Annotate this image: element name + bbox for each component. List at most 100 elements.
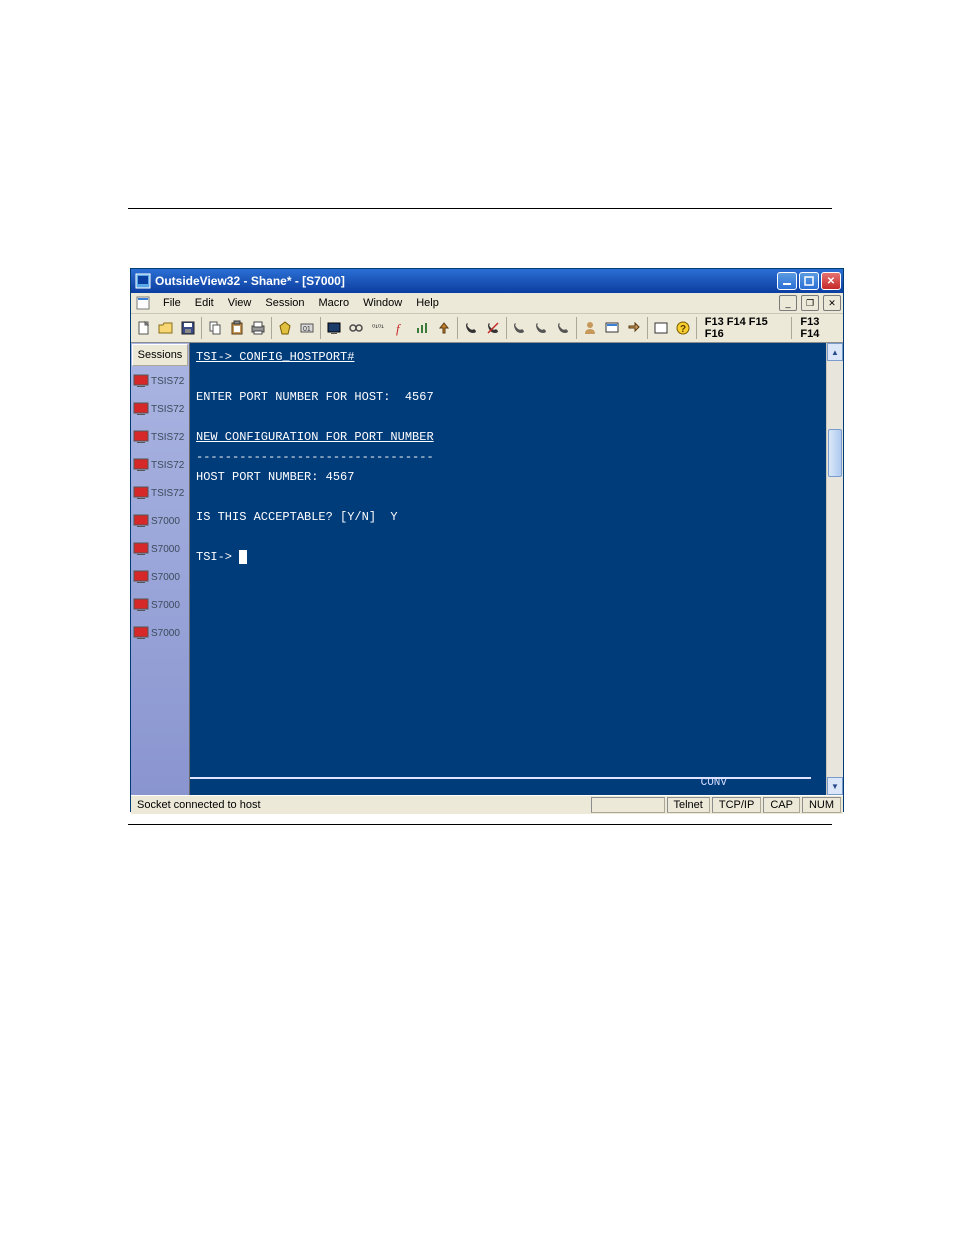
session-label: S7000 — [151, 544, 180, 555]
open-icon[interactable] — [155, 317, 177, 339]
app-window: OutsideView32 - Shane* - [S7000] ✕ File — [130, 268, 844, 812]
svg-text:?: ? — [680, 324, 686, 335]
help-icon[interactable]: ? — [672, 317, 694, 339]
session-label: S7000 — [151, 600, 180, 611]
session-label: TSIS72 — [151, 404, 184, 415]
sessions-header[interactable]: Sessions — [132, 344, 188, 366]
menu-file[interactable]: File — [157, 295, 187, 311]
window-icon[interactable] — [650, 317, 672, 339]
phone1-icon[interactable] — [460, 317, 482, 339]
terminal-small-icon — [133, 570, 149, 584]
phone3-icon[interactable] — [509, 317, 531, 339]
paste-icon[interactable] — [226, 317, 248, 339]
session-item[interactable]: TSIS72 — [131, 367, 189, 395]
mdi-close-button[interactable]: ✕ — [823, 295, 841, 311]
minimize-button[interactable] — [777, 272, 797, 290]
session-item[interactable]: S7000 — [131, 619, 189, 647]
app-icon — [135, 273, 151, 289]
terminal-line: NEW CONFIGURATION FOR PORT NUMBER — [196, 430, 434, 444]
terminal-line: HOST PORT NUMBER: 4567 — [196, 470, 354, 484]
save-icon[interactable] — [177, 317, 199, 339]
cursor — [239, 550, 247, 564]
conv-label: CONV — [701, 773, 727, 793]
status-caps: CAP — [763, 797, 800, 813]
terminal-small-icon — [133, 458, 149, 472]
copy-icon[interactable] — [204, 317, 226, 339]
session-label: S7000 — [151, 628, 180, 639]
upload-icon[interactable] — [433, 317, 455, 339]
tool-a-icon[interactable] — [274, 317, 296, 339]
mdi-restore-button[interactable]: ❐ — [801, 295, 819, 311]
scroll-down-icon[interactable]: ▼ — [827, 777, 843, 795]
fkey-group-b[interactable]: F13 F14 — [800, 316, 841, 340]
phone4-icon[interactable] — [530, 317, 552, 339]
function-icon[interactable]: f — [389, 317, 411, 339]
terminal-line: ENTER PORT NUMBER FOR HOST: 4567 — [196, 390, 434, 404]
vertical-scrollbar[interactable]: ▲ ▼ — [826, 343, 843, 795]
toolbar: 01 ⁰¹⁰¹ f ? F13 F14 F15 F16 F1 — [131, 314, 843, 343]
titlebar[interactable]: OutsideView32 - Shane* - [S7000] ✕ — [131, 269, 843, 293]
session-label: TSIS72 — [151, 460, 184, 471]
menu-view[interactable]: View — [222, 295, 258, 311]
status-empty — [591, 797, 665, 813]
close-button[interactable]: ✕ — [821, 272, 841, 290]
session-item[interactable]: TSIS72 — [131, 423, 189, 451]
session-item[interactable]: S7000 — [131, 507, 189, 535]
session-label: TSIS72 — [151, 432, 184, 443]
transfer-icon[interactable] — [623, 317, 645, 339]
menu-window[interactable]: Window — [357, 295, 408, 311]
menubar: File Edit View Session Macro Window Help… — [131, 293, 843, 314]
status-protocol: Telnet — [667, 797, 710, 813]
menu-macro[interactable]: Macro — [313, 295, 356, 311]
mdi-minimize-button[interactable]: _ — [779, 295, 797, 311]
phone2-icon[interactable] — [482, 317, 504, 339]
terminal-line: IS THIS ACCEPTABLE? [Y/N] Y — [196, 510, 398, 524]
document-icon — [135, 295, 151, 311]
svg-text:01: 01 — [303, 326, 311, 333]
session-label: TSIS72 — [151, 376, 184, 387]
terminal-small-icon — [133, 486, 149, 500]
screen-icon[interactable] — [323, 317, 345, 339]
terminal-small-icon — [133, 598, 149, 612]
terminal-line: --------------------------------- — [196, 450, 434, 464]
sessions-panel: Sessions TSIS72 TSIS72 TSIS72 TSIS72 — [131, 343, 190, 795]
terminal-small-icon — [133, 430, 149, 444]
terminal-icon[interactable] — [601, 317, 623, 339]
session-item[interactable]: S7000 — [131, 591, 189, 619]
terminal[interactable]: TSI-> CONFIG_HOSTPORT# ENTER PORT NUMBER… — [190, 343, 827, 795]
new-icon[interactable] — [133, 317, 155, 339]
window-title: OutsideView32 - Shane* - [S7000] — [155, 274, 777, 288]
phone5-icon[interactable] — [552, 317, 574, 339]
session-item[interactable]: S7000 — [131, 535, 189, 563]
chart-icon[interactable] — [411, 317, 433, 339]
terminal-small-icon — [133, 626, 149, 640]
scroll-thumb[interactable] — [828, 429, 842, 477]
person-icon[interactable] — [579, 317, 601, 339]
terminal-line: TSI-> CONFIG_HOSTPORT# — [196, 350, 354, 364]
session-item[interactable]: TSIS72 — [131, 395, 189, 423]
terminal-small-icon — [133, 402, 149, 416]
tool-b-icon[interactable]: 01 — [296, 317, 318, 339]
menu-edit[interactable]: Edit — [189, 295, 220, 311]
statusbar: Socket connected to host Telnet TCP/IP C… — [131, 795, 843, 814]
page-rule-top — [128, 208, 832, 209]
workspace: Sessions TSIS72 TSIS72 TSIS72 TSIS72 — [131, 343, 843, 795]
terminal-area: TSI-> CONFIG_HOSTPORT# ENTER PORT NUMBER… — [190, 343, 843, 795]
session-item[interactable]: TSIS72 — [131, 479, 189, 507]
status-transport: TCP/IP — [712, 797, 761, 813]
session-label: TSIS72 — [151, 488, 184, 499]
session-item[interactable]: TSIS72 — [131, 451, 189, 479]
maximize-button[interactable] — [799, 272, 819, 290]
print-icon[interactable] — [248, 317, 270, 339]
connect-icon[interactable] — [345, 317, 367, 339]
session-item[interactable]: S7000 — [131, 563, 189, 591]
menu-session[interactable]: Session — [259, 295, 310, 311]
scroll-up-icon[interactable]: ▲ — [827, 343, 843, 361]
svg-text:f: f — [396, 321, 402, 336]
terminal-small-icon — [133, 514, 149, 528]
session-label: S7000 — [151, 516, 180, 527]
status-num: NUM — [802, 797, 841, 813]
menu-help[interactable]: Help — [410, 295, 445, 311]
binary-icon[interactable]: ⁰¹⁰¹ — [367, 317, 389, 339]
fkey-group-a[interactable]: F13 F14 F15 F16 — [705, 316, 790, 340]
